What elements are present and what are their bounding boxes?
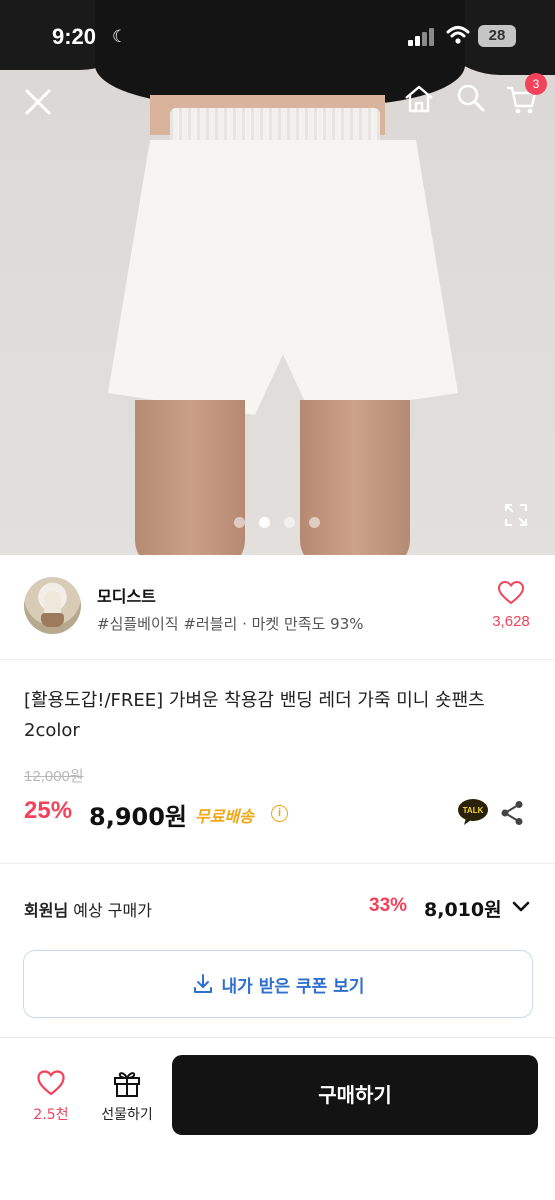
heart-icon [37,1070,65,1096]
info-icon[interactable]: i [271,805,288,822]
heart-icon[interactable] [498,581,524,605]
kakao-talk-icon[interactable]: TALK [457,798,489,826]
seller-section: 모디스트 #심플베이직 #러블리 · 마켓 만족도 93% 3,628 [0,555,555,660]
gift-button[interactable]: 선물하기 [92,1068,162,1130]
buy-button[interactable]: 구매하기 [172,1055,538,1135]
product-title: [활용도갑!/FREE] 가벼운 착용감 밴딩 레더 가죽 미니 숏팬츠 2co… [24,690,485,741]
status-bar: 9:20 ☾ 28 [0,0,555,70]
view-coupons-label: 내가 받은 쿠폰 보기 [221,976,365,997]
wifi-icon [446,26,470,44]
share-icon[interactable] [500,800,524,826]
sale-price: 8,900원 [89,803,187,831]
seller-tags: #심플베이직 #러블리 · 마켓 만족도 93% [97,615,364,633]
member-discount-rate: 33% [369,895,408,916]
gift-icon [114,1072,140,1097]
seller-name[interactable]: 모디스트 [97,583,156,607]
cart-count-badge: 3 [525,73,547,95]
signal-icon [408,28,434,46]
section-divider [0,863,555,864]
pagination-dot[interactable] [234,517,245,528]
svg-text:TALK: TALK [463,806,484,815]
seller-avatar[interactable] [24,577,81,634]
wishlist-count: 2.5천 [33,1107,69,1123]
image-leg-right [300,400,410,555]
battery-indicator: 28 [478,25,516,47]
member-label-bold: 회원님 [24,901,69,920]
pagination-dot-active[interactable] [259,517,270,528]
moon-icon: ☾ [112,27,128,47]
pagination-dot[interactable] [309,517,320,528]
status-time: 9:20 [52,24,97,49]
expand-icon[interactable] [503,502,529,528]
download-icon [193,974,212,993]
gift-label: 선물하기 [101,1107,153,1123]
search-icon[interactable] [455,82,487,114]
member-price: 8,010원 [424,899,502,921]
image-leg-left [135,400,245,555]
home-icon[interactable] [402,82,436,116]
pagination-dot[interactable] [284,517,295,528]
original-price: 12,000원 [24,768,84,785]
wishlist-button[interactable]: 2.5천 [20,1068,82,1130]
bottom-bar-divider [0,1037,555,1038]
chevron-down-icon[interactable] [511,900,531,914]
close-icon[interactable] [20,84,56,120]
image-pagination [234,517,320,528]
image-shorts [108,140,458,415]
member-label-rest: 예상 구매가 [68,901,152,920]
discount-rate: 25% [24,797,73,824]
free-shipping-label: 무료배송 [195,807,254,826]
seller-like-count: 3,628 [492,613,530,630]
view-coupons-button[interactable]: 내가 받은 쿠폰 보기 [23,950,533,1018]
avatar-figure-skirt [41,613,64,627]
member-price-label: 회원님 예상 구매가 [24,897,152,921]
